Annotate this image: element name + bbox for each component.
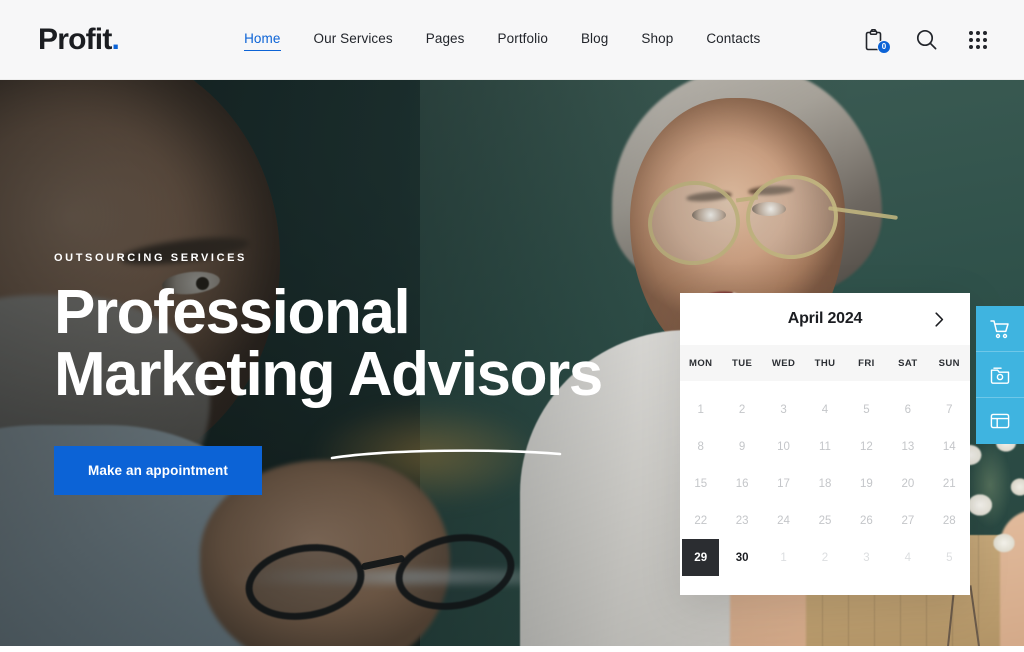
- calendar-day-cell[interactable]: 6: [887, 391, 928, 428]
- cart-count-badge: 0: [877, 39, 891, 54]
- calendar-day-cell[interactable]: 3: [846, 539, 887, 576]
- nav-item-shop[interactable]: Shop: [641, 31, 673, 49]
- calendar-header: April 2024: [680, 293, 970, 345]
- calendar-day-cell[interactable]: 1: [763, 539, 804, 576]
- nav-item-portfolio[interactable]: Portfolio: [498, 31, 548, 49]
- calendar-day-cell[interactable]: 8: [680, 428, 721, 465]
- calendar-day-cell[interactable]: 1: [680, 391, 721, 428]
- page-bottom-strip: [0, 646, 1024, 652]
- calendar-day-grid: 1 2 3 4 5 6 7 8 9 10 11 12 13 14 15 16 17 18 19 20 21 22 23 24 2…: [680, 381, 970, 576]
- main-navigation: Home Our Services Pages Portfolio Blog S…: [244, 31, 760, 51]
- make-appointment-button[interactable]: Make an appointment: [54, 446, 262, 495]
- calendar-day-cell[interactable]: 3: [763, 391, 804, 428]
- calendar-day-cell[interactable]: 20: [887, 465, 928, 502]
- site-header: Profit. Home Our Services Pages Portfoli…: [0, 0, 1024, 80]
- calendar-day-cell[interactable]: 24: [763, 502, 804, 539]
- weekday-fri: FRI: [858, 357, 875, 369]
- calendar-day-cell[interactable]: 23: [721, 502, 762, 539]
- weekday-thu: THU: [814, 357, 836, 369]
- hero-copy-block: OUTSOURCING SERVICES Professional Market…: [54, 252, 603, 495]
- hero-headline-line-2: Marketing Advisors: [54, 340, 603, 409]
- nav-item-blog[interactable]: Blog: [581, 31, 608, 49]
- search-icon[interactable]: [914, 27, 938, 53]
- nav-item-contacts[interactable]: Contacts: [706, 31, 760, 49]
- site-logo[interactable]: Profit.: [38, 22, 120, 56]
- calendar-day-cell[interactable]: 16: [721, 465, 762, 502]
- calendar-day-cell[interactable]: 29: [682, 539, 720, 576]
- weekday-tue: TUE: [732, 357, 753, 369]
- calendar-day-cell[interactable]: 7: [929, 391, 970, 428]
- calendar-month-title: April 2024: [787, 310, 863, 327]
- page-root: Profit. Home Our Services Pages Portfoli…: [0, 0, 1024, 652]
- calendar-day-cell[interactable]: 5: [846, 391, 887, 428]
- hero-eyebrow: OUTSOURCING SERVICES: [54, 252, 247, 264]
- cart-clipboard-icon[interactable]: 0: [862, 27, 891, 54]
- header-icon-group: 0: [862, 27, 990, 54]
- calendar-weekday-row: MON TUE WED THU FRI SAT SUN: [680, 345, 970, 381]
- calendar-day-cell[interactable]: 12: [846, 428, 887, 465]
- hero-headline: Professional Marketing Advisors: [54, 282, 603, 460]
- appointment-calendar: April 2024 MON TUE WED THU FRI SAT SUN 1…: [680, 293, 970, 595]
- calendar-day-cell[interactable]: 22: [680, 502, 721, 539]
- side-tab-cart-icon[interactable]: [976, 306, 1024, 352]
- hero-underline-swoosh: [330, 449, 562, 460]
- calendar-day-cell[interactable]: 21: [929, 465, 970, 502]
- calendar-day-cell[interactable]: 28: [929, 502, 970, 539]
- calendar-day-cell[interactable]: 14: [929, 428, 970, 465]
- logo-dot: .: [111, 22, 120, 56]
- calendar-day-cell[interactable]: 11: [804, 428, 845, 465]
- calendar-day-cell[interactable]: 19: [846, 465, 887, 502]
- nav-item-home[interactable]: Home: [244, 31, 281, 51]
- nav-item-pages[interactable]: Pages: [426, 31, 465, 49]
- calendar-day-cell[interactable]: 18: [804, 465, 845, 502]
- grid-menu-icon[interactable]: [966, 27, 990, 53]
- logo-text: Profit: [38, 22, 112, 56]
- calendar-day-cell[interactable]: 5: [929, 539, 970, 576]
- nav-item-our-services[interactable]: Our Services: [314, 31, 393, 49]
- hero-headline-line-1: Professional: [54, 278, 411, 347]
- weekday-wed: WED: [771, 357, 796, 369]
- floating-side-tabs: [976, 306, 1024, 444]
- calendar-day-cell[interactable]: 2: [804, 539, 845, 576]
- weekday-sun: SUN: [938, 357, 960, 369]
- chevron-right-icon[interactable]: [930, 310, 948, 328]
- hero-section: OUTSOURCING SERVICES Professional Market…: [0, 80, 1024, 646]
- hero-headline-line-2-wrap: Marketing Advisors: [54, 344, 603, 460]
- calendar-day-cell[interactable]: 13: [887, 428, 928, 465]
- weekday-mon: MON: [689, 357, 713, 369]
- calendar-day-cell[interactable]: 17: [763, 465, 804, 502]
- side-tab-gallery-folder-icon[interactable]: [976, 352, 1024, 398]
- calendar-day-cell[interactable]: 9: [721, 428, 762, 465]
- calendar-day-cell[interactable]: 27: [887, 502, 928, 539]
- calendar-day-cell[interactable]: 10: [763, 428, 804, 465]
- calendar-day-cell[interactable]: 15: [680, 465, 721, 502]
- calendar-day-cell[interactable]: 4: [887, 539, 928, 576]
- calendar-day-cell[interactable]: 26: [846, 502, 887, 539]
- calendar-day-cell[interactable]: 2: [721, 391, 762, 428]
- side-tab-window-layout-icon[interactable]: [976, 398, 1024, 444]
- calendar-day-cell[interactable]: 25: [804, 502, 845, 539]
- calendar-day-cell[interactable]: 4: [804, 391, 845, 428]
- weekday-sat: SAT: [898, 357, 918, 369]
- calendar-day-cell[interactable]: 30: [721, 539, 762, 576]
